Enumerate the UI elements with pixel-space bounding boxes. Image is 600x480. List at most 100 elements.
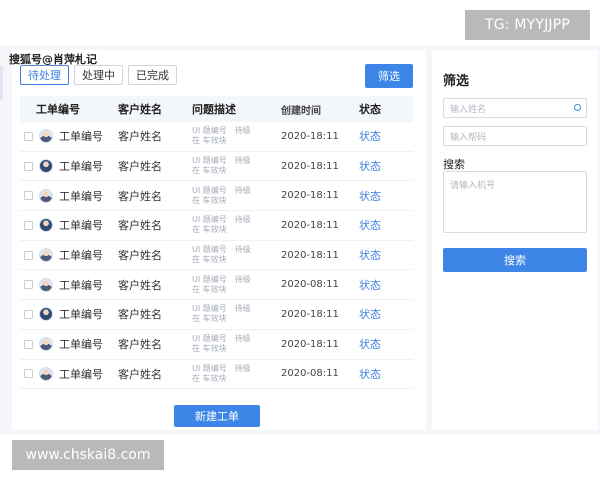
table-row[interactable]: 工单编号 客户姓名 UI 题编号 待级 在 车效块 2020-18:11 状态 bbox=[20, 181, 413, 212]
tab-processing[interactable]: 处理中 bbox=[74, 65, 123, 85]
ticket-id: 工单编号 bbox=[59, 219, 103, 233]
row-checkbox[interactable] bbox=[24, 131, 33, 141]
table-row[interactable]: 工单编号 客户姓名 UI 题编号 待级 在 车效块 2020-18:11 状态 bbox=[20, 330, 413, 360]
avatar bbox=[39, 277, 53, 292]
status-link[interactable]: 状态 bbox=[359, 277, 413, 293]
table-header: 工单编号 客户姓名 问题描述 创建时间 状态 bbox=[20, 96, 413, 122]
row-checkbox[interactable] bbox=[24, 280, 33, 290]
row-checkbox[interactable] bbox=[24, 161, 33, 171]
avatar bbox=[39, 307, 53, 322]
ticket-id-cell: 工单编号 bbox=[20, 188, 118, 204]
row-checkbox[interactable] bbox=[24, 309, 33, 319]
row-checkbox[interactable] bbox=[24, 339, 33, 349]
ticket-id: 工单编号 bbox=[59, 308, 103, 322]
ticket-id-cell: 工单编号 bbox=[20, 158, 118, 174]
search-button[interactable]: 搜索 bbox=[443, 248, 587, 272]
avatar bbox=[39, 366, 53, 381]
status-link[interactable]: 状态 bbox=[359, 336, 413, 352]
filter-button[interactable]: 筛选 bbox=[365, 64, 413, 88]
table-row[interactable]: 工单编号 客户姓名 UI 题编号 待级 在 车效块 2020-18:11 状态 bbox=[20, 300, 413, 330]
description-line-1: UI 题编号 待级 bbox=[192, 274, 251, 284]
status-link[interactable]: 状态 bbox=[359, 366, 413, 382]
customer-name: 客户姓名 bbox=[118, 189, 162, 203]
table-row[interactable]: 工单编号 客户姓名 UI 题编号 待级 在 车效块 2020-08:11 状态 bbox=[20, 360, 413, 390]
ticket-id: 工单编号 bbox=[59, 189, 103, 203]
description-cell: UI 题编号 待级 在 车效块 bbox=[192, 275, 281, 295]
description-cell: UI 题编号 待级 在 车效块 bbox=[192, 364, 281, 384]
avatar bbox=[39, 218, 53, 233]
ticket-table: 工单编号 客户姓名 问题描述 创建时间 状态 工单编号 客户姓名 UI 题编号 … bbox=[20, 96, 413, 390]
description-line-2: 在 车效块 bbox=[192, 344, 227, 354]
ticket-id: 工单编号 bbox=[59, 130, 103, 144]
row-checkbox[interactable] bbox=[24, 191, 33, 201]
table-row[interactable]: 工单编号 客户姓名 UI 题编号 待级 在 车效块 2020-08:11 状态 bbox=[20, 270, 413, 301]
customer-name: 客户姓名 bbox=[118, 249, 162, 263]
status-tabs: 待处理 处理中 已完成 bbox=[20, 65, 177, 85]
customer-name: 客户姓名 bbox=[118, 367, 162, 381]
row-checkbox[interactable] bbox=[24, 220, 33, 230]
description-line-1: UI 题编号 待级 bbox=[192, 215, 251, 225]
description-line-1: UI 题编号 待级 bbox=[192, 245, 251, 255]
status-link[interactable]: 状态 bbox=[359, 128, 413, 144]
name-search-input[interactable]: 输入姓名 bbox=[443, 98, 587, 118]
description-line-2: 在 车效块 bbox=[192, 225, 227, 235]
created-time: 2020-18:11 bbox=[281, 308, 339, 320]
tab-completed[interactable]: 已完成 bbox=[128, 65, 177, 85]
description-line-1: UI 题编号 待级 bbox=[192, 185, 251, 195]
status-link[interactable]: 状态 bbox=[359, 217, 413, 233]
table-row[interactable]: 工单编号 客户姓名 UI 题编号 待级 在 车效块 2020-18:11 状态 bbox=[20, 211, 413, 241]
avatar bbox=[39, 129, 53, 144]
table-row[interactable]: 工单编号 客户姓名 UI 题编号 待级 在 车效块 2020-18:11 状态 bbox=[20, 241, 413, 271]
description-line-2: 在 车效块 bbox=[192, 284, 227, 294]
filter-panel: 筛选 输入姓名 输入帮码 搜索 请输入机号 搜索 bbox=[432, 50, 598, 430]
description-cell: UI 题编号 待级 在 车效块 bbox=[192, 304, 281, 324]
description-line-2: 在 车效块 bbox=[192, 373, 227, 383]
sohu-watermark: 搜狐号@肖萍札记 bbox=[9, 53, 97, 66]
created-time: 2020-18:11 bbox=[281, 190, 339, 202]
description-line-1: UI 题编号 待级 bbox=[192, 156, 251, 166]
created-time: 2020-08:11 bbox=[281, 279, 339, 291]
customer-name: 客户姓名 bbox=[118, 278, 162, 292]
customer-name: 客户姓名 bbox=[118, 338, 162, 352]
header-status: 状态 bbox=[359, 103, 381, 116]
description-line-2: 在 车效块 bbox=[192, 195, 227, 205]
created-time: 2020-18:11 bbox=[281, 130, 339, 142]
header-customer-name: 客户姓名 bbox=[118, 103, 162, 116]
status-link[interactable]: 状态 bbox=[359, 158, 413, 174]
status-link[interactable]: 状态 bbox=[359, 306, 413, 322]
avatar bbox=[39, 159, 53, 174]
description-line-1: UI 题编号 待级 bbox=[192, 334, 251, 344]
search-icon[interactable] bbox=[574, 104, 581, 111]
ticket-id-cell: 工单编号 bbox=[20, 306, 118, 322]
new-ticket-button[interactable]: 新建工单 bbox=[174, 405, 260, 427]
search-label: 搜索 bbox=[443, 158, 465, 171]
tg-watermark: TG: MYYJJPP bbox=[465, 10, 590, 40]
customer-name: 客户姓名 bbox=[118, 130, 162, 144]
ticket-id-cell: 工单编号 bbox=[20, 247, 118, 263]
description-cell: UI 题编号 待级 在 车效块 bbox=[192, 126, 281, 146]
avatar bbox=[39, 188, 53, 203]
row-checkbox[interactable] bbox=[24, 369, 33, 379]
table-row[interactable]: 工单编号 客户姓名 UI 题编号 待级 在 车效块 2020-18:11 状态 bbox=[20, 122, 413, 152]
description-line-2: 在 车效块 bbox=[192, 136, 227, 146]
description-line-1: UI 题编号 待级 bbox=[192, 363, 251, 373]
ticket-id: 工单编号 bbox=[59, 338, 103, 352]
status-link[interactable]: 状态 bbox=[359, 247, 413, 263]
description-cell: UI 题编号 待级 在 车效块 bbox=[192, 245, 281, 265]
machine-number-textarea[interactable]: 请输入机号 bbox=[443, 171, 587, 233]
description-line-2: 在 车效块 bbox=[192, 166, 227, 176]
name-placeholder: 输入姓名 bbox=[450, 104, 487, 115]
phone-input[interactable]: 输入帮码 bbox=[443, 126, 587, 146]
table-row[interactable]: 工单编号 客户姓名 UI 题编号 待级 在 车效块 2020-18:11 状态 bbox=[20, 152, 413, 182]
customer-name: 客户姓名 bbox=[118, 160, 162, 174]
description-line-2: 在 车效块 bbox=[192, 255, 227, 265]
description-cell: UI 题编号 待级 在 车效块 bbox=[192, 156, 281, 176]
avatar bbox=[39, 337, 53, 352]
description-line-1: UI 题编号 待级 bbox=[192, 126, 251, 136]
status-link[interactable]: 状态 bbox=[359, 188, 413, 204]
avatar bbox=[39, 248, 53, 263]
machine-placeholder: 请输入机号 bbox=[450, 181, 496, 191]
ticket-id-cell: 工单编号 bbox=[20, 336, 118, 352]
row-checkbox[interactable] bbox=[24, 250, 33, 260]
tab-pending[interactable]: 待处理 bbox=[20, 65, 69, 85]
